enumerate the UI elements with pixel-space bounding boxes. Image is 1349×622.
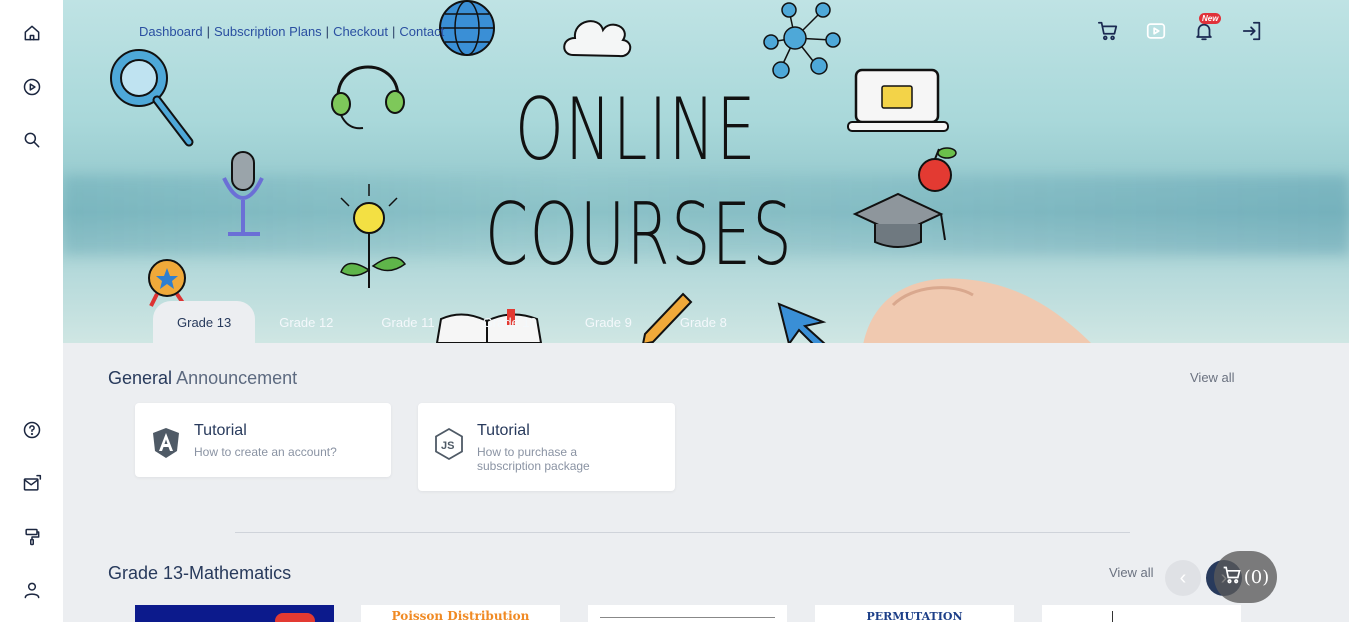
home-icon[interactable] [20,21,44,45]
hero-title-line1: ONLINE [515,80,757,180]
tab-grade-9[interactable]: Grade 9 [561,301,656,343]
hero-banner: Dashboard | Subscription Plans | Checkou… [63,0,1349,343]
headphones-doodle-icon [323,52,423,137]
cloud-doodle-icon [561,10,636,70]
svg-text:JS: JS [441,440,454,452]
floating-cart-icon [1222,565,1242,590]
breadcrumb-checkout-link[interactable]: Checkout [333,24,388,39]
course-thumbnail-title: PERMUTATION [866,610,963,622]
paint-roller-icon[interactable] [20,525,44,549]
play-icon[interactable] [20,75,44,99]
tab-grade-8[interactable]: Grade 8 [656,301,751,343]
breadcrumb-separator: | [325,24,330,39]
microphone-doodle-icon [218,148,278,248]
search-icon[interactable] [20,128,44,152]
tab-grade-11[interactable]: Grade 11 [357,301,458,343]
breadcrumb-separator: | [206,24,210,39]
announcement-view-all-link[interactable]: View all [1190,370,1235,385]
hand-photo [853,265,1113,343]
card-subtitle: How to purchase a subscription package [477,445,590,473]
help-icon[interactable] [20,418,44,442]
user-icon[interactable] [20,578,44,602]
course-thumbnail[interactable] [588,605,787,622]
network-doodle-icon [753,0,853,90]
math-view-all-link[interactable]: View all [1109,565,1154,580]
nodejs-icon: JS [434,427,464,461]
cursor-arrow-doodle-icon [763,282,833,343]
card-subtitle: How to create an account? [194,445,337,459]
cart-icon[interactable] [1095,18,1121,44]
video-icon[interactable] [1143,18,1169,44]
hero-title-line2: COURSES [485,185,794,285]
breadcrumb-dashboard-link[interactable]: Dashboard [139,24,203,39]
thumbnail-graphic [275,613,315,622]
top-actions: New [1095,13,1265,44]
announcement-section-title: General Announcement [108,368,297,389]
tab-grade-10[interactable]: Grade 10 [459,301,561,343]
mail-icon[interactable] [20,472,44,496]
sidebar [0,0,63,622]
section-divider [235,532,1130,533]
video-screen-doodle-icon [846,66,951,141]
lightbulb-doodle-icon [335,178,415,303]
tab-grade-13[interactable]: Grade 13 [153,301,256,343]
course-thumbnail-title: Poisson Distribution [391,609,530,622]
course-thumbnail[interactable]: PERMUTATION [815,605,1014,622]
notification-bell-icon[interactable]: New [1191,13,1222,44]
grade-tabs: Grade 13 Grade 12 Grade 11 Grade 10 Grad… [153,301,751,343]
tab-grade-12[interactable]: Grade 12 [255,301,357,343]
course-thumbnail[interactable] [135,605,334,622]
announcement-card[interactable]: Tutorial How to create an account? [135,403,391,477]
announcement-title-strong: General [108,368,173,388]
login-icon[interactable] [1239,18,1265,44]
carousel-prev-button[interactable]: ‹ [1165,560,1201,596]
math-section-title: Grade 13-Mathematics [108,563,292,583]
announcement-title-light: Announcement [176,368,298,388]
angular-icon [151,427,181,459]
thumbnail-graphic [1112,611,1113,622]
floating-cart-count: (0) [1243,566,1270,588]
announcement-card[interactable]: JS Tutorial How to purchase a subscripti… [418,403,675,491]
graduation-cap-doodle-icon [852,192,958,257]
floating-cart-button[interactable]: (0) [1214,551,1277,603]
breadcrumb-separator: | [391,24,396,39]
course-thumbnail[interactable] [1042,605,1241,622]
new-badge: New [1199,13,1222,24]
breadcrumb-contact-link[interactable]: Contact [399,24,444,39]
card-title: Tutorial [477,422,530,439]
breadcrumb: Dashboard | Subscription Plans | Checkou… [139,24,444,39]
magnifier-doodle-icon [105,42,195,157]
thumbnail-graphic [600,617,775,618]
course-thumbnail[interactable]: Poisson Distribution [361,605,560,622]
card-title: Tutorial [194,422,247,439]
breadcrumb-subscription-plans-link[interactable]: Subscription Plans [214,24,322,39]
